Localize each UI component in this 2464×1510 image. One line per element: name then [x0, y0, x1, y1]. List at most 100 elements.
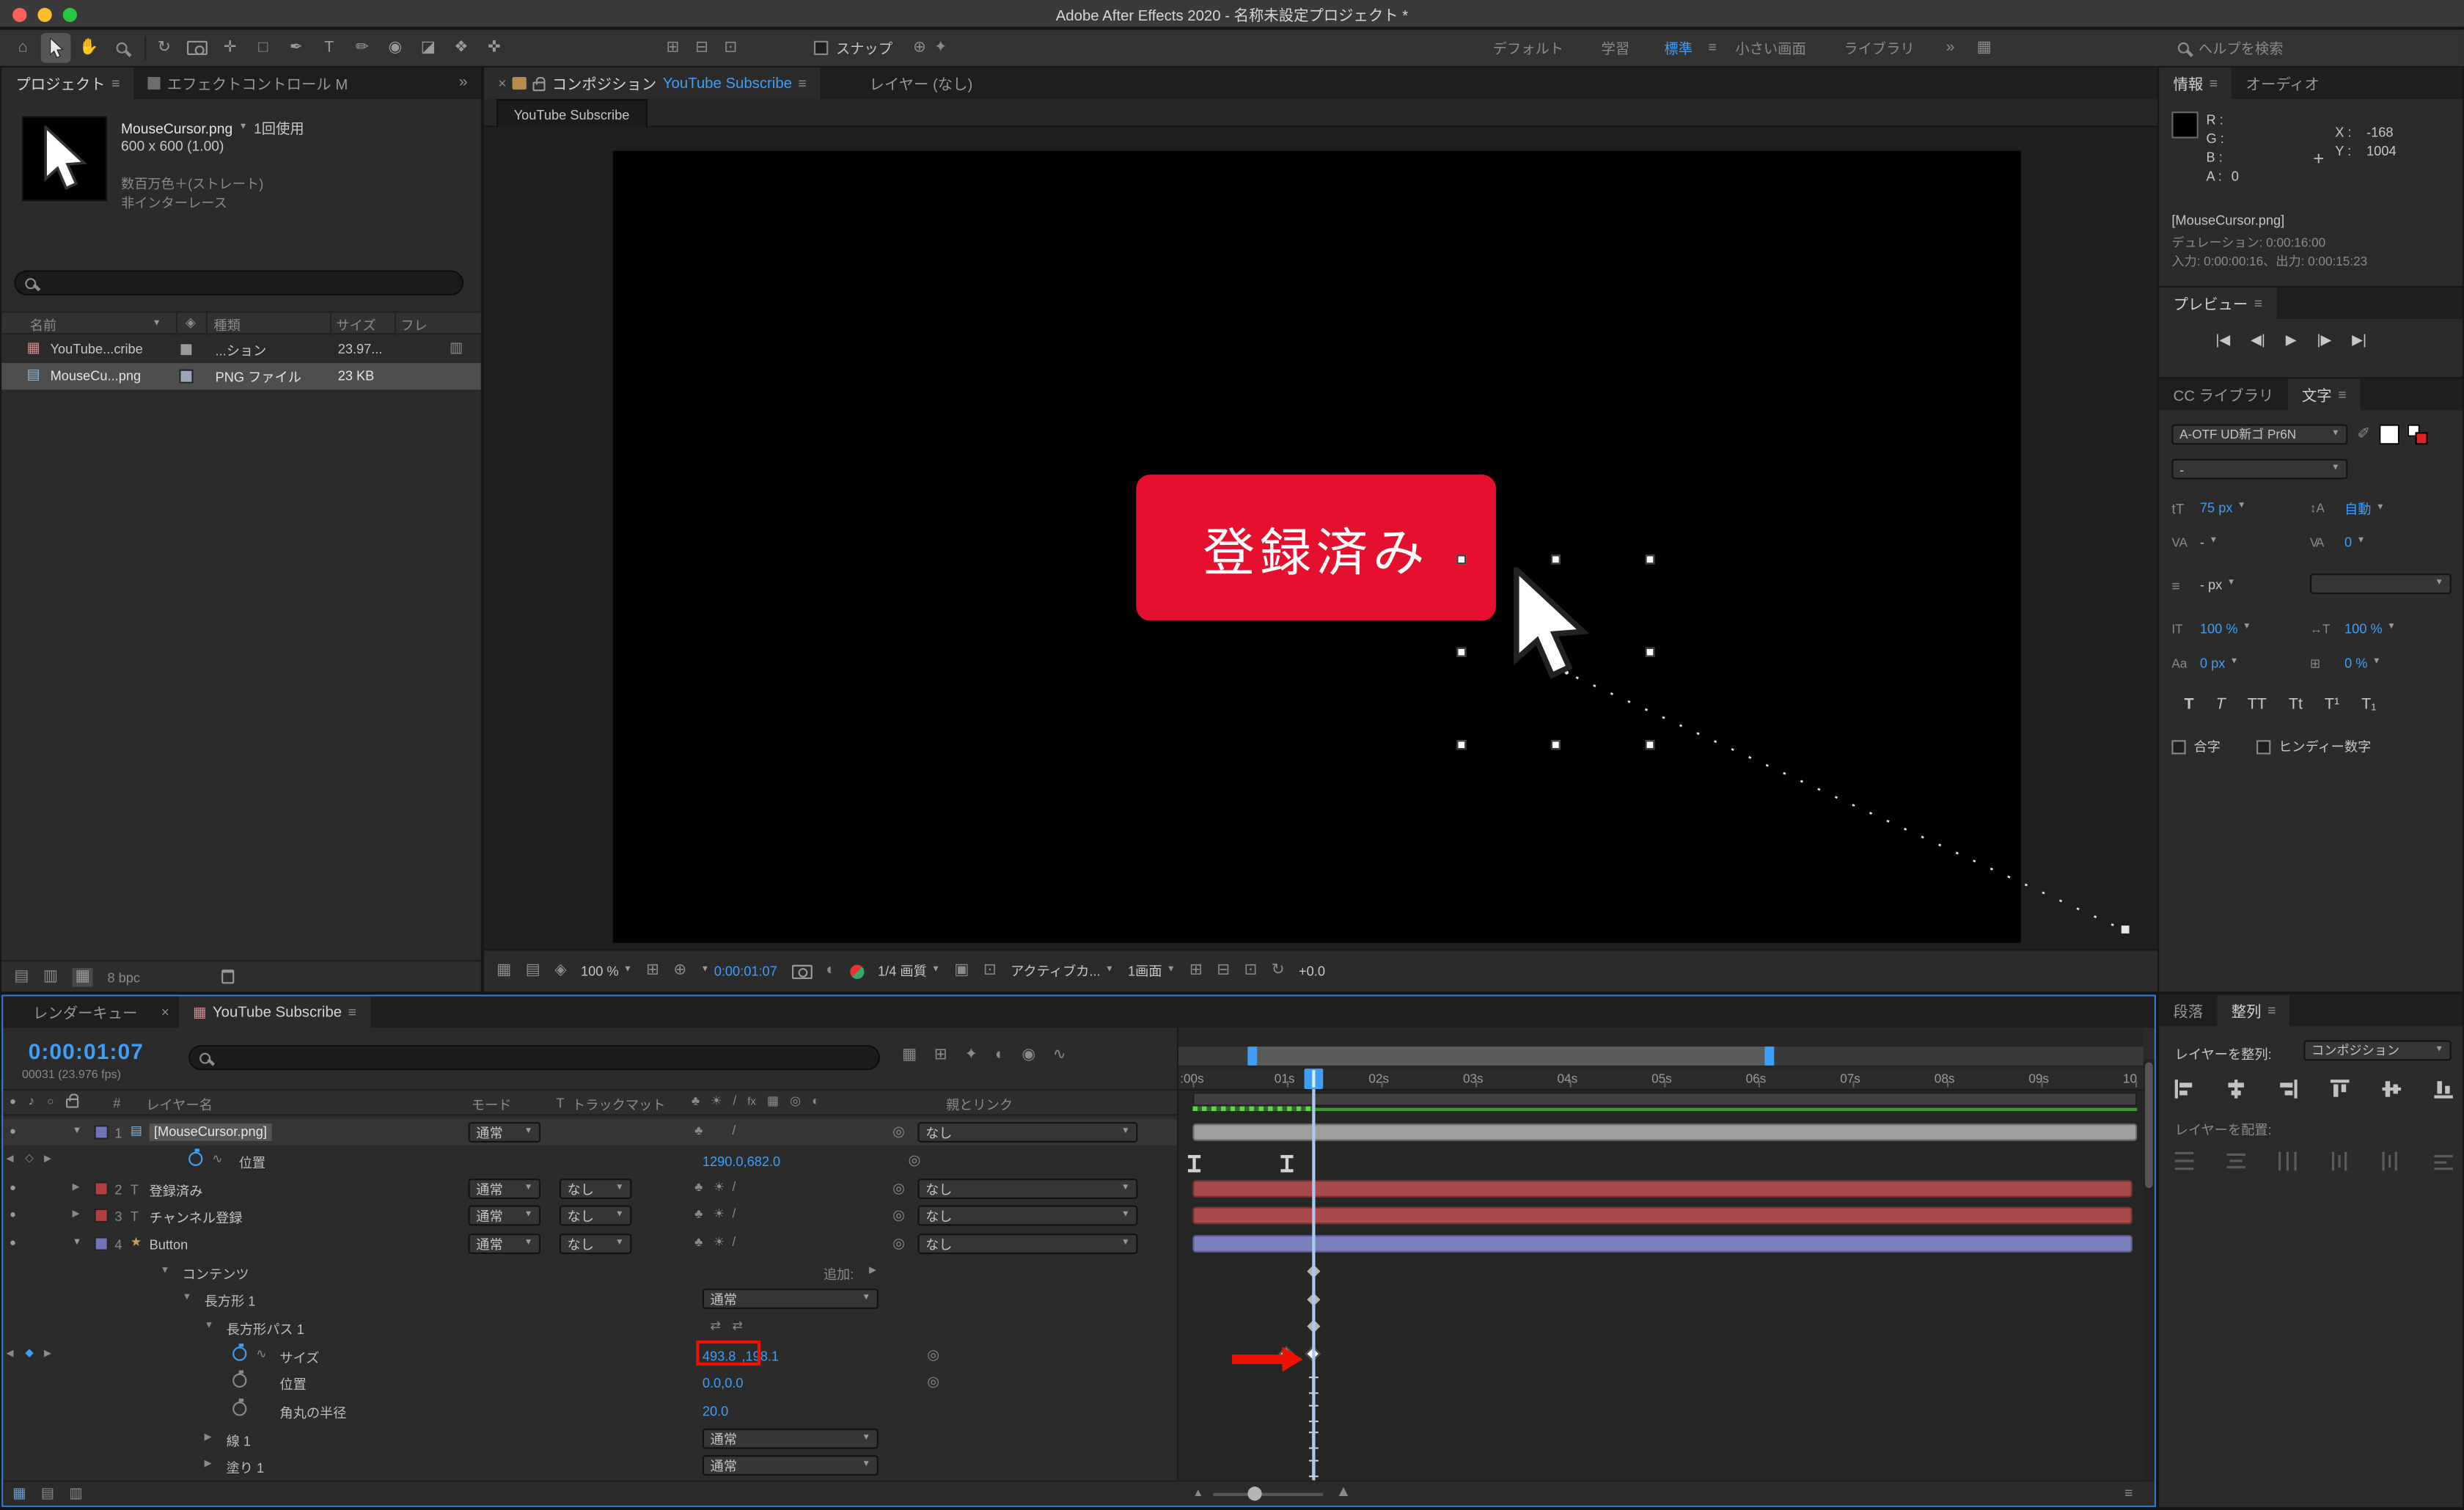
group-row-fill-1[interactable]: ▶ 塗り 1 通常▼ [3, 1452, 1177, 1478]
quality-switch[interactable]: / [733, 1209, 736, 1221]
parent-pickwhip-icon[interactable]: ◎ [892, 1236, 905, 1250]
va-kern-dropdown[interactable]: -▼ [2200, 535, 2218, 550]
property-label[interactable]: 角丸の半径 [279, 1404, 346, 1423]
last-frame-button[interactable]: ▶| [2352, 331, 2366, 349]
align-top-button[interactable] [2331, 1080, 2350, 1099]
next-keyframe-button[interactable]: ▶ [44, 1350, 51, 1360]
lock-icon[interactable] [533, 81, 546, 91]
layer-bar-3[interactable] [1192, 1207, 2132, 1225]
zoom-out-icon[interactable]: ▲ [1192, 1488, 1203, 1499]
property-row-position-2[interactable]: 位置 0.0,0.0 ◎ [3, 1368, 1177, 1395]
eraser-tool[interactable]: ◪ [414, 33, 444, 63]
eye-toggle[interactable]: ● [10, 1239, 16, 1250]
stopwatch-icon[interactable] [232, 1346, 246, 1360]
label-color-chip[interactable] [95, 1236, 109, 1250]
layer-name[interactable]: 登録済み [150, 1181, 203, 1201]
project-bit-depth[interactable]: 8 bpc [107, 969, 140, 984]
twirl-icon[interactable]: ▼ [183, 1294, 192, 1303]
prev-keyframe-button[interactable]: ◀ [7, 1155, 14, 1165]
close-icon[interactable]: × [152, 1005, 179, 1019]
faux-bold-button[interactable]: T [2184, 696, 2193, 714]
zoom-slider-knob[interactable] [1247, 1487, 1261, 1500]
superscript-button[interactable]: T¹ [2325, 696, 2339, 714]
group-row-contents[interactable]: ▼ コンテンツ 追加: ▶ [3, 1258, 1177, 1285]
navigator-start-handle[interactable] [1247, 1047, 1257, 1066]
align-target-dropdown[interactable]: コンポジション▼ [2303, 1041, 2451, 1061]
panel-menu-icon[interactable]: ≡ [2267, 1003, 2276, 1017]
workspace-small-screen[interactable]: 小さい画面 [1717, 37, 1825, 58]
distribute-right-button[interactable] [2434, 1152, 2453, 1171]
stopwatch-icon[interactable] [232, 1374, 246, 1388]
project-overflow-icon[interactable]: » [459, 76, 468, 91]
column-layer-name[interactable]: レイヤー名 [146, 1096, 213, 1115]
group-blend-mode-dropdown[interactable]: 通常▼ [703, 1455, 879, 1476]
panel-menu-icon[interactable]: ≡ [2338, 387, 2346, 401]
collapse-switch[interactable]: ♣ [694, 1209, 703, 1221]
property-row-position-1[interactable]: ◀ ◇ ▶ ∿ 位置 1290.0,682.0 ◎ [3, 1147, 1177, 1173]
tab-render-queue[interactable]: レンダーキュー [19, 997, 152, 1028]
tracking-dropdown[interactable]: 0▼ [2344, 535, 2365, 550]
layer-bar-1[interactable] [1192, 1124, 2137, 1141]
always-preview-icon[interactable]: ▦ [496, 964, 511, 979]
camera-tool[interactable] [183, 33, 213, 63]
vertical-scale-dropdown[interactable]: 100 %▼ [2200, 620, 2251, 636]
choose-grid-icon[interactable]: ⊞ [646, 964, 659, 979]
quality-sun-switch[interactable]: ☀ [714, 1181, 725, 1194]
footage-caret-icon[interactable]: ▼ [239, 124, 248, 133]
tab-character[interactable]: 文字≡ [2288, 378, 2361, 410]
blend-mode-dropdown[interactable]: 通常▼ [469, 1234, 541, 1254]
interpret-footage-icon[interactable]: ▤ [14, 969, 29, 984]
quality-sun-switch[interactable]: ☀ [714, 1236, 725, 1249]
scrollbar-thumb[interactable] [2145, 1063, 2153, 1188]
panel-menu-icon[interactable]: ≡ [348, 1005, 356, 1019]
transparency-grid-icon[interactable]: ⊡ [983, 964, 997, 979]
layer-row-3[interactable]: ● ▶ 3 T チャンネル登録 通常▼ なし▼ ♣ ☀ / ◎ なし▼ [3, 1202, 1177, 1228]
next-keyframe-button[interactable]: ▶ [44, 1155, 51, 1165]
traffic-close-button[interactable] [12, 7, 26, 21]
prev-keyframe-button[interactable]: ◀ [7, 1350, 14, 1360]
quality-sun-switch[interactable]: ☀ [714, 1209, 725, 1221]
stopwatch-icon[interactable] [232, 1401, 246, 1415]
selection-handle[interactable] [1551, 740, 1561, 749]
shy-layers-icon[interactable]: ✦ [964, 1048, 978, 1063]
track-matte-dropdown[interactable]: なし▼ [560, 1206, 632, 1226]
reset-exposure-icon[interactable]: ↻ [1272, 964, 1285, 979]
snapshot-icon[interactable] [791, 964, 812, 978]
align-left-button[interactable] [2175, 1080, 2194, 1099]
label-column-icon[interactable]: ◈ [186, 316, 196, 329]
project-row-comp[interactable]: ▦ YouTube...cribe ...ション 23.97... ▥ [1, 337, 481, 363]
tab-preview[interactable]: プレビュー≡ [2159, 287, 2276, 319]
column-parent-link[interactable]: 親とリンク [946, 1096, 1013, 1115]
property-label[interactable]: 位置 [239, 1154, 265, 1173]
sort-caret-icon[interactable]: ▼ [153, 320, 161, 329]
label-chip[interactable] [179, 370, 193, 384]
camera-dropdown[interactable]: アクティブカ...▼ [1011, 961, 1114, 981]
people-icon[interactable]: ✦ [934, 40, 947, 56]
roto-brush-tool[interactable]: ❖ [447, 33, 477, 63]
twirl-icon[interactable]: ▼ [161, 1267, 170, 1276]
project-search-input[interactable] [14, 271, 463, 296]
twirl-icon[interactable]: ▼ [73, 1239, 82, 1248]
stopwatch-icon[interactable] [188, 1152, 202, 1166]
eye-toggle[interactable]: ● [10, 1184, 16, 1195]
parent-pickwhip-icon[interactable]: ◎ [892, 1209, 905, 1223]
collapse-switch[interactable]: ♣ [694, 1236, 703, 1249]
navigator-end-handle[interactable] [1764, 1047, 1774, 1066]
track-matte-dropdown[interactable]: なし▼ [560, 1234, 632, 1254]
tab-align[interactable]: 整列≡ [2218, 994, 2290, 1026]
draft-3d-icon[interactable]: ⊞ [934, 1048, 947, 1063]
font-size-dropdown[interactable]: 75 px▼ [2200, 499, 2246, 515]
layer-name[interactable]: Button [150, 1236, 188, 1252]
subscript-button[interactable]: T₁ [2361, 696, 2376, 714]
path-direction-icon[interactable]: ⇄ [733, 1320, 743, 1333]
puppet-pin-tool[interactable]: ✜ [480, 33, 510, 63]
workspace-standard[interactable]: 標準 [1649, 37, 1708, 58]
new-composition-icon[interactable]: ▦ [72, 967, 93, 986]
viewer-comp-tab[interactable]: YouTube Subscribe [496, 99, 647, 128]
group-row-rect-path-1[interactable]: ▼ 長方形パス 1 ⇄ ⇄ [3, 1313, 1177, 1340]
work-area-bar[interactable] [1192, 1092, 2137, 1106]
property-pickwhip-icon[interactable]: ◎ [909, 1154, 921, 1168]
twirl-icon[interactable]: ▶ [73, 1184, 80, 1193]
parent-pickwhip-icon[interactable]: ◎ [892, 1181, 905, 1195]
view-layout-dropdown[interactable]: 1画面▼ [1128, 961, 1176, 981]
